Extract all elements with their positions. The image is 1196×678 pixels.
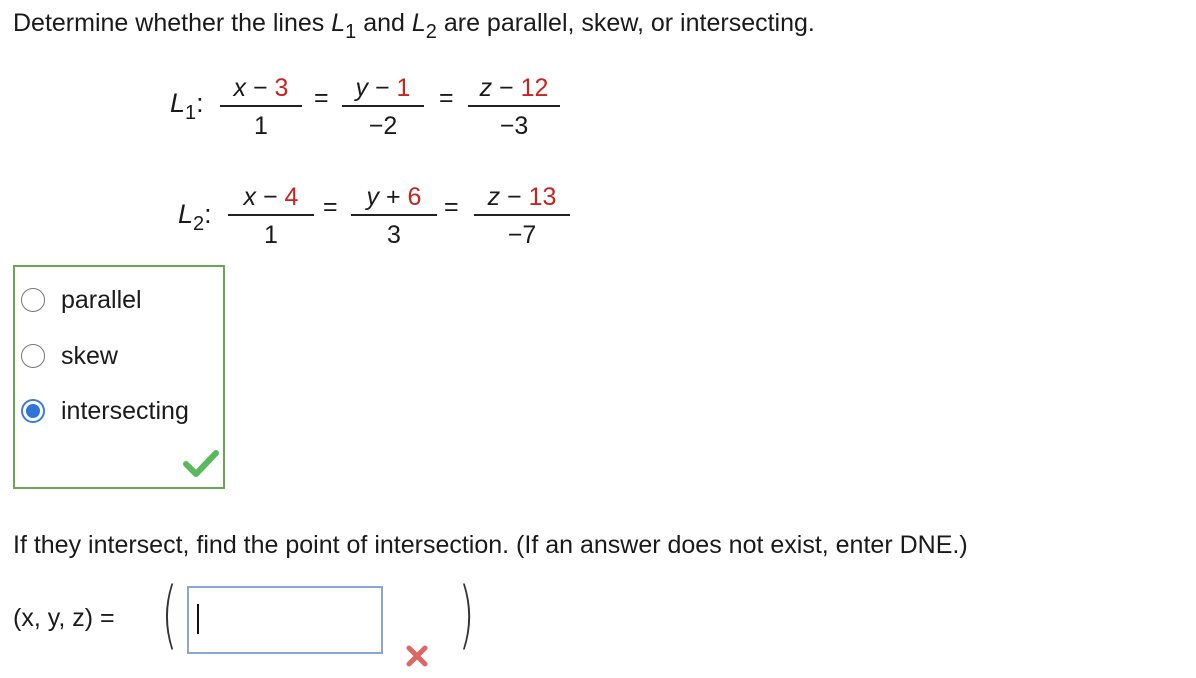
text-caret xyxy=(197,604,199,634)
answer-choices-group: parallel skew intersecting xyxy=(13,265,225,489)
question-and: and xyxy=(356,9,412,37)
line1-equals-1: = xyxy=(314,84,329,112)
line2-equals-1: = xyxy=(323,193,338,221)
choice-parallel[interactable]: parallel xyxy=(21,283,142,317)
line1-x-fraction: x − 3 1 xyxy=(220,73,302,141)
left-paren: ( xyxy=(161,572,178,658)
question-l2-letter: L xyxy=(411,9,426,37)
line2-y-fraction: y + 6 3 xyxy=(351,182,437,250)
x-mark-icon xyxy=(406,645,428,667)
line2-x-fraction: x − 4 1 xyxy=(228,182,314,250)
intersection-answer-input[interactable] xyxy=(187,586,383,654)
line2-equals-2: = xyxy=(444,193,459,221)
question-page: Determine whether the lines L1 and L2 ar… xyxy=(0,0,1196,678)
question-prefix: Determine whether the lines xyxy=(13,9,332,37)
line1-y-fraction: y − 1 −2 xyxy=(342,73,424,141)
choice-skew-label: skew xyxy=(61,341,118,370)
question-l2-sub: 2 xyxy=(425,21,437,43)
line1-equals-2: = xyxy=(439,84,454,112)
line2-z-fraction: z − 13 −7 xyxy=(474,182,570,250)
question-l1-letter: L xyxy=(331,9,346,37)
question-l1-sub: 1 xyxy=(345,21,357,43)
question-suffix: are parallel, skew, or intersecting. xyxy=(436,9,815,37)
xyz-label: (x, y, z) = xyxy=(13,604,115,632)
choice-skew[interactable]: skew xyxy=(21,339,118,373)
radio-intersecting[interactable] xyxy=(21,399,45,423)
line1-z-fraction: z − 12 −3 xyxy=(468,73,560,141)
choice-intersecting-label: intersecting xyxy=(61,396,189,425)
radio-skew[interactable] xyxy=(21,344,45,368)
intersection-prompt: If they intersect, find the point of int… xyxy=(13,531,968,559)
choice-intersecting[interactable]: intersecting xyxy=(21,394,189,428)
line1-name: L1: xyxy=(170,88,204,124)
checkmark-icon xyxy=(183,450,219,477)
question-text: Determine whether the lines L1 and L2 ar… xyxy=(13,6,815,43)
line2-name: L2: xyxy=(178,199,212,235)
right-paren: ) xyxy=(458,572,475,658)
choice-parallel-label: parallel xyxy=(61,285,142,314)
radio-parallel[interactable] xyxy=(21,288,45,312)
